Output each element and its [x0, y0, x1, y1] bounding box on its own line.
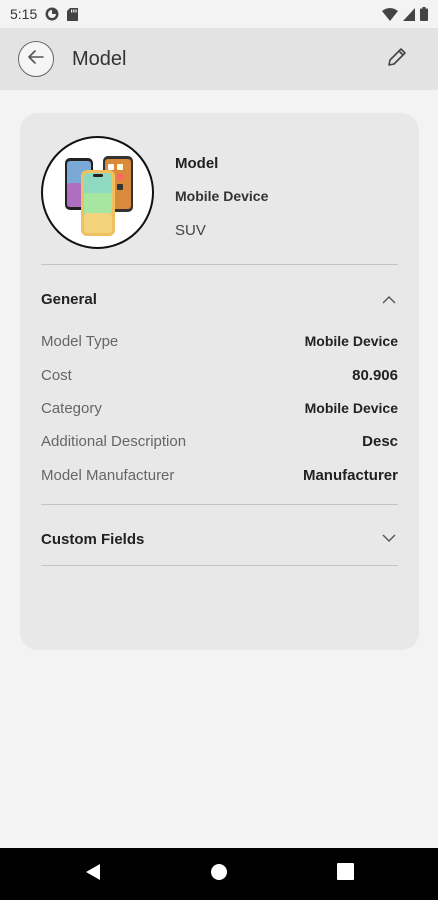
edit-button[interactable]	[384, 46, 410, 72]
square-recents-icon	[336, 863, 354, 885]
detail-row-model-type: Model Type Mobile Device	[41, 329, 398, 353]
pencil-icon	[385, 45, 409, 74]
general-section-title[interactable]: General	[41, 291, 97, 308]
triangle-back-icon	[85, 863, 101, 886]
cellular-signal-icon	[403, 7, 415, 21]
row-label: Cost	[41, 366, 72, 384]
app-notification-icon	[45, 7, 59, 21]
model-tag: SUV	[175, 222, 206, 239]
nav-back-button[interactable]	[83, 863, 103, 886]
row-value: Desc	[362, 432, 398, 450]
system-nav-bar	[0, 848, 438, 900]
back-button[interactable]	[18, 41, 54, 77]
divider	[41, 565, 398, 566]
status-time: 5:15	[10, 6, 38, 22]
model-card: Model Mobile Device SUV General Model Ty…	[20, 113, 419, 650]
row-value: Mobile Device	[304, 333, 398, 349]
sd-card-icon	[67, 7, 79, 21]
detail-row-category: Category Mobile Device	[41, 396, 398, 420]
model-subtitle: Mobile Device	[175, 188, 269, 204]
status-bar: 5:15	[0, 0, 438, 28]
row-label: Model Manufacturer	[41, 466, 175, 484]
page-title: Model	[72, 48, 127, 70]
row-value: 80.906	[352, 366, 398, 384]
wifi-icon	[382, 7, 398, 21]
chevron-down-icon[interactable]	[381, 530, 397, 546]
row-value: Mobile Device	[304, 400, 398, 416]
row-value: Manufacturer	[302, 466, 398, 484]
row-label: Additional Description	[41, 432, 187, 450]
battery-icon	[420, 7, 428, 21]
detail-row-model-manufacturer: Model Manufacturer Manufacturer	[41, 463, 398, 487]
model-image	[41, 136, 154, 249]
arrow-left-icon	[27, 49, 45, 70]
circle-home-icon	[210, 863, 228, 886]
app-bar: Model	[0, 28, 438, 90]
custom-fields-section-title[interactable]: Custom Fields	[41, 531, 144, 548]
divider	[41, 264, 398, 265]
detail-row-additional-description: Additional Description Desc	[41, 429, 398, 453]
row-label: Model Type	[41, 332, 119, 350]
nav-recents-button[interactable]	[335, 863, 355, 885]
chevron-up-icon[interactable]	[381, 292, 397, 308]
divider	[41, 504, 398, 505]
nav-home-button[interactable]	[209, 863, 229, 886]
row-label: Category	[41, 399, 102, 417]
model-title: Model	[175, 155, 219, 172]
detail-row-cost: Cost 80.906	[41, 363, 398, 387]
